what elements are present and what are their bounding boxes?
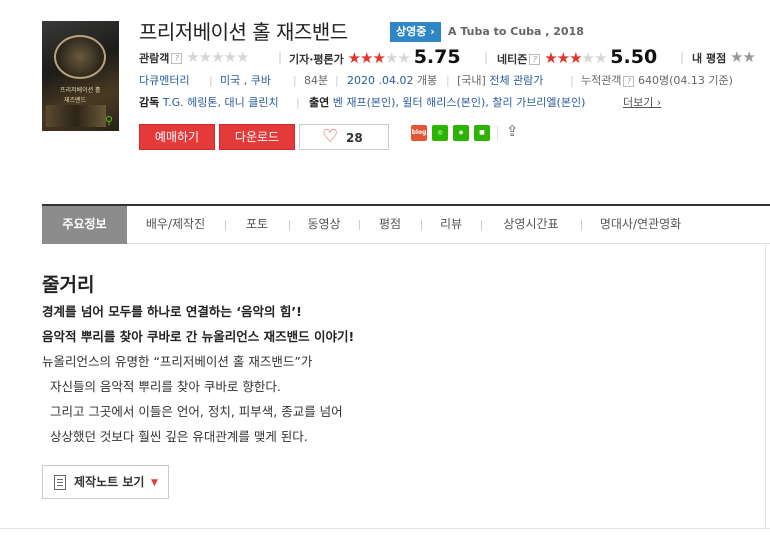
synopsis-line: 자신들의 음악적 뿌리를 찾아 쿠바로 향한다. [42,379,281,394]
netizen-rating: 네티즌? ★★★★★ 5.50 [497,46,657,71]
cumulative-date: (04.13 기준) [669,74,733,87]
age-rating: [국내] 전체 관람가 [457,72,543,90]
help-icon[interactable]: ? [529,54,541,65]
blog-share-icon[interactable]: blog [411,125,427,141]
cumulative-label: 누적관객 [581,74,622,87]
synopsis-heading: 줄거리 [42,274,95,296]
info-divider: | [209,74,213,87]
my-rating-stars[interactable]: ★★ [730,48,756,66]
rating-divider: | [484,50,489,64]
magnify-icon[interactable]: ⚲ [102,114,116,128]
poster-text-2: 재즈밴드 [64,97,87,104]
rating-divider: | [278,50,283,64]
production-note-button[interactable]: 제작노트 보기 ▼ [42,465,169,499]
status-label: 상영중 [396,25,427,38]
tab-rating[interactable]: 평점 [361,206,419,244]
tab-main-info[interactable]: 주요정보 [42,206,127,244]
country-link[interactable]: 미국 , 쿠바 [220,72,271,90]
content-border [765,243,766,529]
synopsis-line: 상상했던 것보다 훨씬 깊은 유대관계를 맺게 된다. [42,429,308,444]
status-badge[interactable]: 상영중 › [390,22,441,42]
more-label: 더보기 [623,96,654,109]
audience-label: 관람객 [139,52,170,65]
tab-photo[interactable]: 포토 [227,206,287,244]
director-credit: 감독 T.G. 헤링톤, 대니 클린치 [139,94,279,112]
director-links[interactable]: T.G. 헤링톤, 대니 클린치 [163,96,279,109]
movie-poster[interactable]: 프리저베이션 홀 재즈밴드 ⚲ [42,21,119,131]
release-date-link[interactable]: 2020 .04.02 [347,74,413,87]
release-suffix: 개봉 [416,74,438,87]
director-label: 감독 [139,96,160,109]
download-button[interactable]: 다운로드 [219,124,295,150]
critic-label: 기자·평론가 [289,53,344,66]
netizen-label: 네티즌 [497,53,528,66]
critic-stars: ★★★★★ [347,49,411,67]
info-divider: | [293,74,297,87]
help-icon[interactable]: ? [171,53,183,64]
synopsis-line: 경계를 넘어 모두를 하나로 연결하는 ‘음악의 힘’! [42,304,302,319]
tab-divider [225,220,226,230]
tab-divider [481,220,482,230]
my-rating-label: 내 평점 [692,52,727,65]
info-divider: | [570,74,574,87]
like-button[interactable]: ♡ 28 [299,124,389,150]
audience-stars: ★★★★★ [186,48,249,66]
rating-divider: | [680,50,685,64]
more-link[interactable]: 더보기 › [623,94,661,112]
caret-down-icon: ▼ [151,478,158,488]
netizen-stars: ★★★★★ [544,49,607,67]
talk-share-icon[interactable]: ◎ [432,125,448,141]
tab-divider [359,220,360,230]
audience-rating: 관람객? ★★★★★ [139,46,249,70]
cast-credit: 출연 벤 재프(본인), 윌터 해리스(본인), 찰리 가브리엘(본인) [309,94,585,112]
critic-rating: 기자·평론가 ★★★★★ 5.75 [289,46,461,71]
synopsis-text: 경계를 넘어 모두를 하나로 연결하는 ‘음악의 힘’! 음악적 뿌리를 찾아 … [42,302,354,452]
share-icon[interactable]: ⇪ [506,122,519,140]
document-icon [54,475,66,490]
me2day-share-icon[interactable]: ■ [474,125,490,141]
critic-score: 5.75 [413,46,461,68]
age-rating-link[interactable]: 전체 관람가 [489,74,543,87]
reserve-button[interactable]: 예매하기 [139,124,215,150]
release-info: 2020 .04.02 개봉 [347,72,437,90]
cast-links[interactable]: 벤 재프(본인), 윌터 해리스(본인), 찰리 가브리엘(본인) [333,96,586,109]
production-note-label: 제작노트 보기 [74,475,145,489]
cumulative-audience: 누적관객? 640명(04.13 기준) [581,72,733,90]
tab-divider [421,220,422,230]
synopsis-line: 뉴올리언스의 유명한 “프리저베이션 홀 재즈밴드”가 [42,354,313,369]
section-divider [0,528,770,529]
netizen-score: 5.50 [610,46,658,68]
tab-divider [289,220,290,230]
tab-cast-crew[interactable]: 배우/제작진 [128,206,223,244]
tab-video[interactable]: 동영상 [291,206,357,244]
heart-icon: ♡ [322,126,339,147]
help-icon[interactable]: ? [623,75,635,87]
cumulative-value: 640명 [637,74,670,87]
my-rating[interactable]: 내 평점 ★★ [692,46,756,70]
genre-link[interactable]: 다큐멘터리 [139,72,190,90]
poster-text-1: 프리저베이션 홀 [60,87,101,94]
tab-showtimes[interactable]: 상영시간표 [483,206,579,244]
runtime: 84분 [304,74,329,87]
synopsis-line: 음악적 뿌리를 찾아 쿠바로 간 뉴올리언스 재즈밴드 이야기! [42,329,355,344]
movie-title: 프리저베이션 홀 재즈밴드 [139,20,348,44]
poster-figures [46,105,106,127]
tab-quotes-related[interactable]: 명대사/연관영화 [583,206,698,244]
tab-divider [581,220,582,230]
tab-bar: 주요정보 배우/제작진 포토 동영상 평점 리뷰 상영시간표 명대사/연관영화 [42,204,770,244]
info-divider: | [446,74,450,87]
original-title: A Tuba to Cuba , 2018 [448,25,584,38]
cast-label: 출연 [309,96,330,109]
credit-divider: | [296,96,300,109]
info-divider: | [335,74,339,87]
synopsis-line: 그리고 그곳에서 이들은 언어, 정치, 피부색, 종교를 넘어 [42,404,343,419]
tab-review[interactable]: 리뷰 [423,206,479,244]
age-rating-prefix: [국내] [457,74,486,87]
like-count: 28 [346,131,363,145]
poster-artwork [54,35,106,79]
share-divider [497,126,498,140]
bookmark-share-icon[interactable]: ◆ [453,125,469,141]
